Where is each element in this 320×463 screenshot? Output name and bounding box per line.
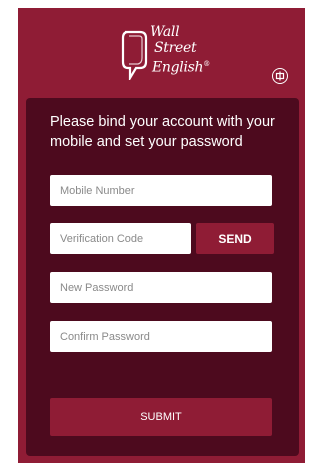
mobile-number-input[interactable] bbox=[50, 175, 272, 206]
brand-line-1: Wall bbox=[150, 24, 180, 40]
brand-line-3-text: English bbox=[152, 59, 204, 76]
globe-icon bbox=[275, 71, 285, 81]
new-password-input[interactable] bbox=[50, 272, 272, 303]
brand-wordmark: Wall Street English® bbox=[150, 24, 210, 76]
registered-mark: ® bbox=[203, 60, 210, 68]
bind-account-card: Please bind your account with your mobil… bbox=[26, 98, 299, 456]
send-code-button[interactable]: SEND bbox=[196, 223, 274, 254]
brand-line-2: Street bbox=[154, 40, 197, 56]
verification-code-input[interactable] bbox=[50, 223, 191, 254]
confirm-password-input[interactable] bbox=[50, 321, 272, 352]
speech-bubble-logo-icon bbox=[121, 30, 148, 80]
app-screen: Wall Street English® Please bind your ac… bbox=[18, 8, 305, 463]
language-button[interactable] bbox=[272, 68, 288, 84]
submit-button[interactable]: SUBMIT bbox=[50, 398, 272, 436]
wall-street-english-logo: Wall Street English® bbox=[120, 24, 216, 86]
form-headline: Please bind your account with your mobil… bbox=[50, 114, 275, 150]
brand-line-3: English® bbox=[150, 56, 210, 76]
